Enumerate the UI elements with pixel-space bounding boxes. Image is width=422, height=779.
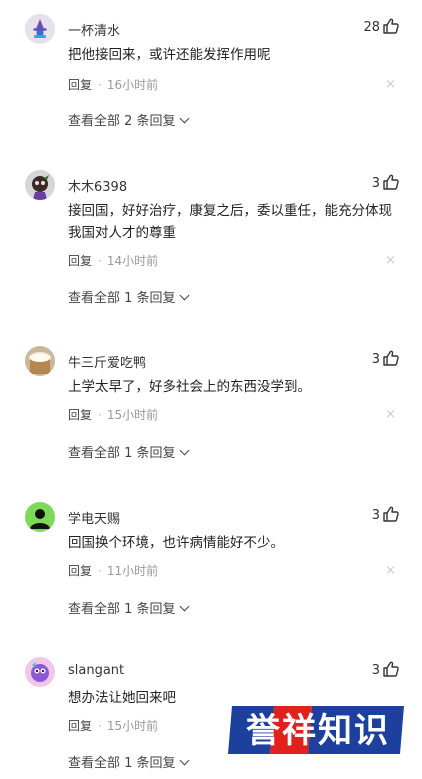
username[interactable]: 学电天赐 <box>68 508 120 527</box>
comment-meta: 回复 · 16小时前 <box>68 76 158 93</box>
comment-meta: 回复 · 15小时前 <box>68 406 158 423</box>
comment-text: 上学太早了，好多社会上的东西没学到。 <box>68 379 311 395</box>
view-all-replies-label: 查看全部 1 条回复 <box>68 602 176 617</box>
close-icon[interactable]: × <box>385 563 396 578</box>
view-all-replies-label: 查看全部 1 条回复 <box>68 756 176 771</box>
view-all-replies-button[interactable]: 查看全部 1 条回复 <box>68 752 189 771</box>
comment-meta: 回复 · 11小时前 <box>68 562 158 579</box>
comment-item: 牛三斤爱吃鸭 3 上学太早了，好多社会上的东西没学到。 回复 · 15小时前 × 查… <box>0 346 422 466</box>
comment-text: 回国换个环境，也许病情能好不少。 <box>68 535 284 551</box>
comment-meta: 回复 · 14小时前 <box>68 252 158 269</box>
close-icon[interactable]: × <box>385 407 396 422</box>
thumbs-up-icon[interactable] <box>382 505 400 523</box>
separator-dot: · <box>98 254 102 268</box>
user-avatar[interactable] <box>25 502 55 532</box>
view-all-replies-label: 查看全部 2 条回复 <box>68 114 176 129</box>
view-all-replies-button[interactable]: 查看全部 1 条回复 <box>68 287 189 306</box>
comment-time: 14小时前 <box>106 254 159 268</box>
thumbs-up-icon[interactable] <box>382 660 400 678</box>
separator-dot: · <box>98 564 102 578</box>
user-avatar[interactable] <box>25 14 55 44</box>
view-all-replies-label: 查看全部 1 条回复 <box>68 291 176 306</box>
view-all-replies-button[interactable]: 查看全部 1 条回复 <box>68 442 189 461</box>
close-icon[interactable]: × <box>385 77 396 92</box>
close-icon[interactable]: × <box>385 253 396 268</box>
view-all-replies-button[interactable]: 查看全部 1 条回复 <box>68 598 189 617</box>
comment-item: 木木6398 3 接回国，好好治疗，康复之后，委以重任，能充分体现我国对人才的尊… <box>0 170 422 310</box>
separator-dot: · <box>98 78 102 92</box>
like-count: 28 <box>363 20 380 35</box>
separator-dot: · <box>98 719 102 733</box>
username[interactable]: 牛三斤爱吃鸭 <box>68 352 146 371</box>
comment-item: 学电天赐 3 回国换个环境，也许病情能好不少。 回复 · 11小时前 × 查看全部 … <box>0 502 422 622</box>
separator-dot: · <box>98 408 102 422</box>
like-count: 3 <box>371 663 380 678</box>
wizard-avatar-icon <box>25 14 55 44</box>
thumbs-up-icon[interactable] <box>382 17 400 35</box>
reply-button[interactable]: 回复 <box>68 719 92 733</box>
comment-meta: 回复 · 15小时前 <box>68 717 158 734</box>
watermark-text: 誉祥知识 <box>246 711 390 751</box>
comment-time: 15小时前 <box>106 408 159 422</box>
view-all-replies-button[interactable]: 查看全部 2 条回复 <box>68 110 189 129</box>
user-avatar[interactable] <box>25 170 55 200</box>
thumbs-up-icon[interactable] <box>382 173 400 191</box>
user-avatar[interactable] <box>25 346 55 376</box>
comment-item: 一杯清水 28 把他接回来，或许还能发挥作用呢 回复 · 16小时前 × 查看全部 … <box>0 14 422 134</box>
user-avatar[interactable] <box>25 657 55 687</box>
view-all-replies-label: 查看全部 1 条回复 <box>68 446 176 461</box>
chevron-down-icon <box>179 290 189 301</box>
chevron-down-icon <box>179 755 189 766</box>
comment-text: 接回国，好好治疗，康复之后，委以重任，能充分体现我国对人才的尊重 <box>68 203 392 241</box>
chevron-down-icon <box>179 113 189 124</box>
comment-time: 15小时前 <box>106 719 159 733</box>
username[interactable]: 木木6398 <box>68 176 127 195</box>
drink-avatar-icon <box>25 346 55 376</box>
reply-button[interactable]: 回复 <box>68 564 92 578</box>
cartoon-avatar-icon <box>25 170 55 200</box>
comment-text: 把他接回来，或许还能发挥作用呢 <box>68 47 271 63</box>
comment-time: 16小时前 <box>106 78 159 92</box>
colorful-avatar-icon <box>25 657 55 687</box>
watermark-logo: 誉祥知识 <box>228 706 404 754</box>
reply-button[interactable]: 回复 <box>68 408 92 422</box>
chevron-down-icon <box>179 601 189 612</box>
reply-button[interactable]: 回复 <box>68 254 92 268</box>
silhouette-avatar-icon <box>25 502 55 532</box>
like-count: 3 <box>371 176 380 191</box>
chevron-down-icon <box>179 445 189 456</box>
like-count: 3 <box>371 352 380 367</box>
comment-time: 11小时前 <box>106 564 159 578</box>
username[interactable]: slangant <box>68 663 124 678</box>
reply-button[interactable]: 回复 <box>68 78 92 92</box>
like-count: 3 <box>371 508 380 523</box>
username[interactable]: 一杯清水 <box>68 20 120 39</box>
thumbs-up-icon[interactable] <box>382 349 400 367</box>
